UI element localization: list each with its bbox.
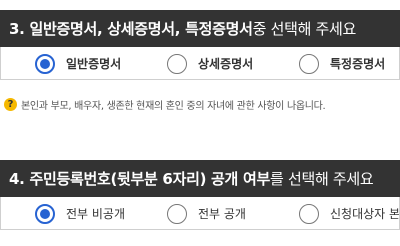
section-3-options: 일반증명서 상세증명서 특정증명서	[0, 47, 400, 80]
radio-checked-icon[interactable]	[35, 53, 55, 74]
option-general-certificate-label: 일반증명서	[66, 57, 122, 71]
option-all-private[interactable]: 전부 비공개	[35, 197, 126, 229]
radio-unchecked-icon[interactable]	[167, 53, 187, 74]
section-3-header: 3. 일반증명서, 상세증명서, 특정증명서 중 선택해 주세요	[0, 10, 400, 47]
option-detailed-certificate[interactable]: 상세증명서	[167, 47, 254, 79]
option-specific-certificate[interactable]: 특정증명서	[299, 47, 386, 79]
option-specific-certificate-label: 특정증명서	[330, 57, 386, 71]
option-all-public-label: 전부 공개	[198, 207, 246, 221]
option-detailed-certificate-label: 상세증명서	[198, 57, 254, 71]
radio-unchecked-icon[interactable]	[299, 203, 319, 224]
option-all-public[interactable]: 전부 공개	[167, 197, 246, 229]
option-all-private-label: 전부 비공개	[66, 207, 126, 221]
section-4-title-bold: 4. 주민등록번호(뒷부분 6자리) 공개 여부	[9, 170, 270, 188]
section-3-title-rest: 중 선택해 주세요	[252, 20, 357, 38]
section-4-title-rest: 를 선택해 주세요	[269, 170, 374, 188]
section-4-options: 전부 비공개 전부 공개 신청대상자 본인	[0, 197, 400, 230]
radio-checked-icon[interactable]	[35, 203, 55, 224]
section-4-header: 4. 주민등록번호(뒷부분 6자리) 공개 여부 를 선택해 주세요	[0, 160, 400, 197]
question-icon: ?	[4, 98, 17, 111]
radio-unchecked-icon[interactable]	[299, 53, 319, 74]
radio-unchecked-icon[interactable]	[167, 203, 187, 224]
option-applicant-self[interactable]: 신청대상자 본인	[299, 197, 400, 229]
section-3-help-text: 본인과 부모, 배우자, 생존한 현재의 혼인 중의 자녀에 관한 사항이 나옵…	[21, 101, 326, 112]
section-3-title-bold: 3. 일반증명서, 상세증명서, 특정증명서	[9, 20, 253, 38]
option-general-certificate[interactable]: 일반증명서	[35, 47, 122, 79]
option-applicant-self-label: 신청대상자 본인	[330, 207, 400, 221]
section-3-help: ? 본인과 부모, 배우자, 생존한 현재의 혼인 중의 자녀에 관한 사항이 …	[4, 97, 326, 112]
